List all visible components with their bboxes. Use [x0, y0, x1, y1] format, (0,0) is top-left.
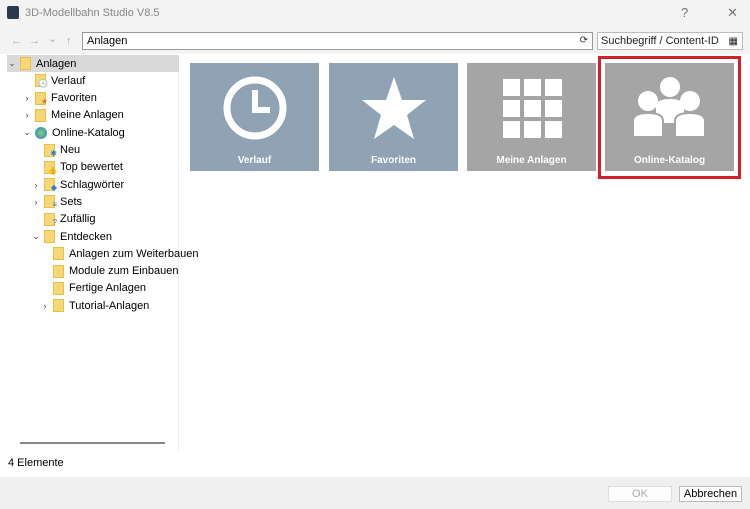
tree-item[interactable]: Module zum Einbauen — [40, 263, 178, 280]
folder-icon: ? — [44, 212, 57, 227]
app-icon — [7, 6, 19, 19]
folder-icon: ◆ — [44, 178, 57, 193]
highlight-box — [598, 56, 741, 179]
tile-label: Verlauf — [237, 155, 272, 166]
tree-item[interactable]: ⌄ Entdecken — [31, 228, 112, 245]
help-button[interactable]: ? — [681, 5, 688, 20]
title-bar: 3D-Modellbahn Studio V8.5 ? ✕ — [0, 0, 750, 27]
folder-tree[interactable]: ⌄ Anlagen 🕓 Verlauf › ★ Favoriten › Meine Anlage… — [7, 55, 198, 451]
tree-item[interactable]: ⌄ Anlagen — [7, 55, 179, 72]
tile-verlauf[interactable]: Verlauf — [190, 63, 319, 171]
tree-item-label: Neu — [60, 144, 81, 156]
forward-button[interactable]: → — [29, 35, 40, 47]
badge-icon: ◆ — [50, 183, 57, 193]
expander-icon[interactable]: › — [31, 197, 41, 207]
tree-item[interactable]: ? Zufällig — [31, 211, 95, 228]
cancel-button[interactable]: Abbrechen — [679, 486, 742, 502]
tree-item-label: Verlauf — [51, 74, 86, 87]
view-toggle-icon[interactable]: ▦ — [729, 36, 738, 47]
tree-item[interactable]: Anlagen zum Weiterbauen — [40, 245, 198, 262]
tree-item[interactable]: 👍 Top bewertet — [31, 159, 123, 176]
tree-item-label: Anlagen — [36, 57, 77, 70]
tile-meine-anlagen[interactable]: Meine Anlagen — [467, 63, 596, 171]
tree-item-label: Zufällig — [60, 213, 96, 226]
folder-icon: ✱ — [44, 143, 57, 158]
expander-icon[interactable]: ⌄ — [7, 58, 17, 69]
tree-item-label: Anlagen zum Weiterbauen — [69, 247, 199, 260]
tree-item-label: Top bewertet — [60, 161, 123, 174]
close-button[interactable]: ✕ — [727, 5, 738, 21]
badge-icon: ✱ — [50, 148, 57, 158]
folder-icon — [53, 264, 64, 278]
tree-item[interactable]: Fertige Anlagen — [40, 280, 146, 297]
folder-icon: ★ — [35, 91, 48, 106]
tree-item[interactable]: › ≡ Sets — [31, 193, 82, 210]
tree-item-label: Schlagwörter — [60, 178, 125, 191]
badge-icon: ? — [52, 217, 57, 227]
tree-item[interactable]: ✱ Neu — [31, 142, 80, 159]
badge-icon: 👍 — [47, 165, 57, 175]
dialog-window: 3D-Modellbahn Studio V8.5 ? ✕ ← → ⌄ ↑ An… — [0, 0, 750, 509]
status-text: 4 Elemente — [8, 457, 64, 469]
folder-icon — [53, 281, 64, 295]
badge-icon: ★ — [40, 96, 48, 106]
expander-icon[interactable]: › — [40, 301, 50, 311]
tree-item-label: Fertige Anlagen — [69, 282, 147, 295]
folder-icon: 🕓 — [35, 74, 48, 89]
address-bar[interactable]: Anlagen ⟳ — [82, 32, 593, 50]
expander-icon[interactable]: › — [22, 93, 32, 103]
tree-item[interactable]: › ◆ Schlagwörter — [31, 176, 124, 193]
tile-favoriten[interactable]: Favoriten — [329, 63, 458, 171]
history-dropdown[interactable]: ⌄ — [48, 32, 57, 45]
folder-icon — [53, 247, 64, 261]
expander-icon[interactable]: › — [22, 110, 32, 120]
tile-label: Favoriten — [370, 155, 416, 166]
expander-icon[interactable]: ⌄ — [31, 231, 41, 242]
tree-item[interactable]: › Tutorial-Anlagen — [40, 297, 149, 314]
tree-item-label: Sets — [60, 195, 83, 208]
badge-icon: ≡ — [52, 200, 57, 210]
expander-icon[interactable]: › — [31, 180, 41, 190]
expander-icon[interactable]: ⌄ — [22, 127, 32, 138]
tree-item[interactable]: › ★ Favoriten — [22, 90, 97, 107]
search-input[interactable]: Suchbegriff / Content-ID ▦ — [597, 32, 743, 50]
tree-item[interactable]: ⌄ Online-Katalog — [22, 124, 125, 141]
folder-icon: 👍 — [44, 160, 57, 175]
up-button[interactable]: ↑ — [66, 35, 72, 47]
folder-icon — [35, 108, 46, 122]
refresh-icon[interactable]: ⟳ — [580, 35, 588, 46]
tree-item-label: Favoriten — [51, 92, 97, 105]
tile-label: Meine Anlagen — [496, 155, 567, 166]
folder-icon — [44, 230, 55, 243]
address-text: Anlagen — [87, 35, 128, 47]
folder-icon: ≡ — [44, 195, 57, 210]
tree-item-label: Module zum Einbauen — [69, 265, 179, 278]
folder-icon — [53, 299, 64, 313]
tree-item-label: Meine Anlagen — [51, 109, 124, 122]
folder-icon — [20, 57, 31, 70]
tree-item-label: Online-Katalog — [52, 126, 125, 139]
globe-icon — [35, 126, 47, 139]
ok-button[interactable]: OK — [608, 486, 672, 502]
tree-item-label: Entdecken — [60, 230, 112, 243]
window-title: 3D-Modellbahn Studio V8.5 — [25, 7, 160, 19]
tree-item[interactable]: 🕓 Verlauf — [22, 72, 85, 89]
back-button[interactable]: ← — [11, 35, 22, 47]
tree-horizontal-scrollbar[interactable] — [20, 442, 165, 444]
tree-item[interactable]: › Meine Anlagen — [22, 107, 124, 124]
search-placeholder: Suchbegriff / Content-ID — [601, 35, 719, 47]
badge-icon: 🕓 — [38, 79, 48, 89]
tree-item-label: Tutorial-Anlagen — [69, 299, 150, 312]
